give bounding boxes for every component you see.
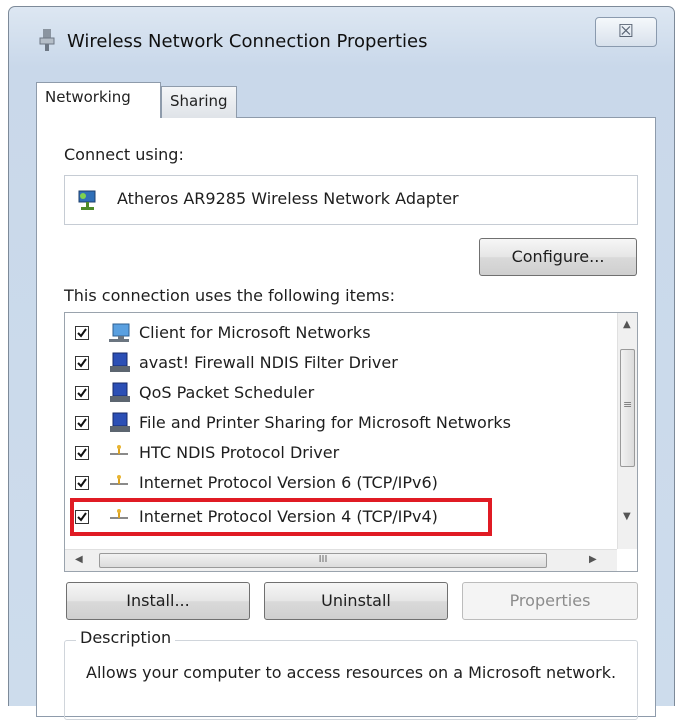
- horizontal-scroll-thumb[interactable]: III: [99, 553, 547, 568]
- tab-networking[interactable]: Networking: [36, 82, 161, 118]
- item-label: HTC NDIS Protocol Driver: [139, 443, 340, 462]
- item-label: avast! Firewall NDIS Filter Driver: [139, 353, 398, 372]
- vertical-scroll-thumb[interactable]: ≡: [620, 349, 635, 467]
- protocol-icon: [110, 475, 128, 485]
- item-checkbox[interactable]: [75, 386, 89, 400]
- install-button[interactable]: Install...: [66, 582, 250, 620]
- title-bar[interactable]: Wireless Network Connection Properties ☒: [9, 7, 674, 67]
- scroll-down-arrow-icon[interactable]: ▼: [623, 511, 631, 522]
- item-checkbox[interactable]: [75, 476, 89, 490]
- list-item[interactable]: QoS Packet Scheduler: [65, 379, 605, 409]
- tab-sharing[interactable]: Sharing: [161, 86, 237, 118]
- list-item[interactable]: Client for Microsoft Networks: [65, 319, 605, 349]
- configure-button[interactable]: Configure...: [479, 238, 637, 276]
- network-client-icon: [109, 323, 130, 342]
- vertical-scrollbar[interactable]: ▲ ≡ ▼: [617, 313, 637, 549]
- item-label: Client for Microsoft Networks: [139, 323, 371, 342]
- items-label: This connection uses the following items…: [64, 286, 395, 305]
- network-service-icon: [110, 382, 130, 402]
- connect-using-label: Connect using:: [64, 145, 184, 164]
- uninstall-button[interactable]: Uninstall: [264, 582, 448, 620]
- item-label: QoS Packet Scheduler: [139, 383, 315, 402]
- list-item[interactable]: avast! Firewall NDIS Filter Driver: [65, 349, 605, 379]
- item-checkbox[interactable]: [75, 446, 89, 460]
- item-label: Internet Protocol Version 6 (TCP/IPv6): [139, 473, 438, 492]
- scroll-up-arrow-icon[interactable]: ▲: [623, 319, 631, 330]
- item-checkbox[interactable]: [75, 326, 89, 340]
- properties-button[interactable]: Properties: [462, 582, 638, 620]
- scroll-left-arrow-icon[interactable]: ◀: [75, 554, 83, 565]
- list-item[interactable]: HTC NDIS Protocol Driver: [65, 439, 605, 469]
- window-title: Wireless Network Connection Properties: [67, 31, 428, 52]
- network-adapter-icon: [78, 190, 96, 210]
- adapter-name: Atheros AR9285 Wireless Network Adapter: [117, 189, 459, 208]
- horizontal-scrollbar[interactable]: ◀ III ▶: [65, 549, 617, 571]
- protocol-icon: [110, 445, 128, 455]
- grip-icon: ≡: [623, 398, 633, 411]
- adapter-field[interactable]: Atheros AR9285 Wireless Network Adapter: [64, 175, 638, 225]
- network-service-icon: [110, 352, 130, 372]
- description-legend: Description: [76, 628, 176, 647]
- item-label: File and Printer Sharing for Microsoft N…: [139, 413, 511, 432]
- network-adapter-icon: [39, 29, 55, 51]
- description-text: Allows your computer to access resources…: [86, 663, 617, 682]
- item-checkbox[interactable]: [75, 356, 89, 370]
- list-item[interactable]: Internet Protocol Version 6 (TCP/IPv6): [65, 469, 605, 499]
- item-checkbox[interactable]: [75, 416, 89, 430]
- network-service-icon: [110, 412, 130, 432]
- list-item[interactable]: File and Printer Sharing for Microsoft N…: [65, 409, 605, 439]
- scroll-right-arrow-icon[interactable]: ▶: [589, 554, 597, 565]
- highlight-box: [70, 498, 492, 536]
- close-button[interactable]: ☒: [595, 17, 657, 47]
